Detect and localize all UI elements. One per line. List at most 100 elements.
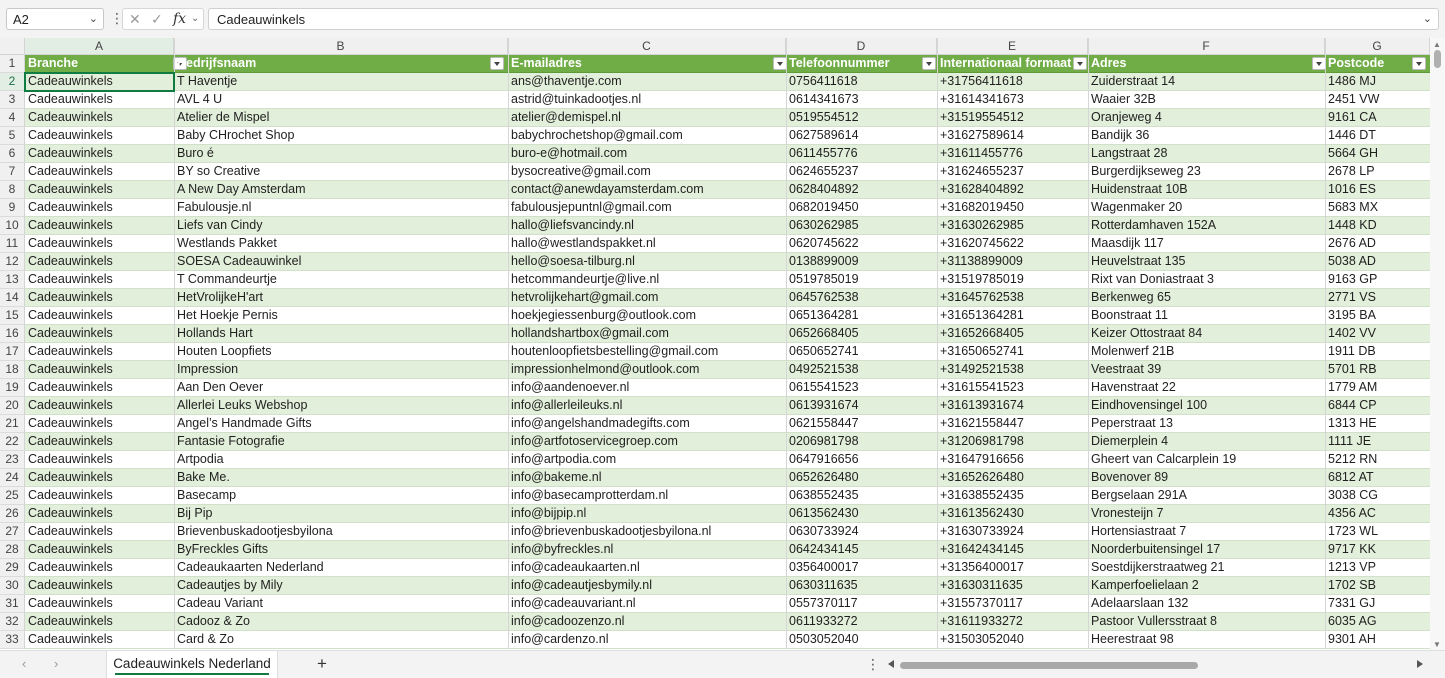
cell-email[interactable]: hallo@westlandspakket.nl: [508, 235, 786, 253]
cell-adres[interactable]: Heerestraat 98: [1088, 631, 1325, 649]
cell-bedrijfsnaam[interactable]: Liefs van Cindy: [174, 217, 508, 235]
cell-branche[interactable]: Cadeauwinkels: [25, 109, 174, 127]
cell-email[interactable]: astrid@tuinkadootjes.nl: [508, 91, 786, 109]
cell-branche[interactable]: Cadeauwinkels: [25, 217, 174, 235]
cell-bedrijfsnaam[interactable]: HetVrolijkeH'art: [174, 289, 508, 307]
cell-email[interactable]: info@cardenzo.nl: [508, 631, 786, 649]
insert-function-icon[interactable]: fx: [173, 11, 186, 27]
cell-postcode[interactable]: 1402 VV: [1325, 325, 1430, 343]
row-number[interactable]: 27: [0, 523, 25, 541]
cell-telefoon[interactable]: 0645762538: [786, 289, 937, 307]
cell-adres[interactable]: Peperstraat 13: [1088, 415, 1325, 433]
cell-adres[interactable]: Eindhovensingel 100: [1088, 397, 1325, 415]
cell-email[interactable]: babychrochetshop@gmail.com: [508, 127, 786, 145]
cell-internationaal[interactable]: +31621558447: [937, 415, 1088, 433]
cell-internationaal[interactable]: +31620745622: [937, 235, 1088, 253]
row-number[interactable]: 11: [0, 235, 25, 253]
cell-internationaal[interactable]: +31138899009: [937, 253, 1088, 271]
cell-branche[interactable]: Cadeauwinkels: [25, 415, 174, 433]
cell-email[interactable]: impressionhelmond@outlook.com: [508, 361, 786, 379]
filter-dropdown-icon[interactable]: [490, 57, 504, 70]
cell-email[interactable]: info@bijpip.nl: [508, 505, 786, 523]
row-number[interactable]: 2: [0, 73, 25, 91]
cell-telefoon[interactable]: 0630733924: [786, 523, 937, 541]
cell-internationaal[interactable]: +31647916656: [937, 451, 1088, 469]
cell-postcode[interactable]: 3038 CG: [1325, 487, 1430, 505]
cell-bedrijfsnaam[interactable]: Aan Den Oever: [174, 379, 508, 397]
cell-email[interactable]: ans@thaventje.com: [508, 73, 786, 91]
cell-email[interactable]: info@angelshandmadegifts.com: [508, 415, 786, 433]
cell-adres[interactable]: Pastoor Vullersstraat 8: [1088, 613, 1325, 631]
cell-email[interactable]: contact@anewdayamsterdam.com: [508, 181, 786, 199]
cell-bedrijfsnaam[interactable]: SOESA Cadeauwinkel: [174, 253, 508, 271]
cell-bedrijfsnaam[interactable]: Allerlei Leuks Webshop: [174, 397, 508, 415]
cell-branche[interactable]: Cadeauwinkels: [25, 199, 174, 217]
cell-postcode[interactable]: 6812 AT: [1325, 469, 1430, 487]
cell-bedrijfsnaam[interactable]: Angel’s Handmade Gifts: [174, 415, 508, 433]
cell-internationaal[interactable]: +31630311635: [937, 577, 1088, 595]
add-sheet-button[interactable]: +: [317, 654, 327, 674]
cell-bedrijfsnaam[interactable]: A New Day Amsterdam: [174, 181, 508, 199]
row-number[interactable]: 24: [0, 469, 25, 487]
cell-branche[interactable]: Cadeauwinkels: [25, 289, 174, 307]
cell-telefoon[interactable]: 0503052040: [786, 631, 937, 649]
cell-postcode[interactable]: 9717 KK: [1325, 541, 1430, 559]
cell-bedrijfsnaam[interactable]: Hollands Hart: [174, 325, 508, 343]
cell-email[interactable]: hallo@liefsvancindy.nl: [508, 217, 786, 235]
cell-postcode[interactable]: 1313 HE: [1325, 415, 1430, 433]
cell-email[interactable]: info@basecamprotterdam.nl: [508, 487, 786, 505]
row-number[interactable]: 8: [0, 181, 25, 199]
cell-bedrijfsnaam[interactable]: Westlands Pakket: [174, 235, 508, 253]
cell-branche[interactable]: Cadeauwinkels: [25, 487, 174, 505]
cell-internationaal[interactable]: +31630733924: [937, 523, 1088, 541]
cell-postcode[interactable]: 1486 MJ: [1325, 73, 1430, 91]
cell-postcode[interactable]: 5038 AD: [1325, 253, 1430, 271]
cell-adres[interactable]: Rotterdamhaven 152A: [1088, 217, 1325, 235]
cell-bedrijfsnaam[interactable]: Bake Me.: [174, 469, 508, 487]
cell-adres[interactable]: Noorderbuitensingel 17: [1088, 541, 1325, 559]
cell-telefoon[interactable]: 0519785019: [786, 271, 937, 289]
column-header-d[interactable]: D: [786, 38, 937, 55]
cell-adres[interactable]: Rixt van Doniastraat 3: [1088, 271, 1325, 289]
cell-bedrijfsnaam[interactable]: Baby CHrochet Shop: [174, 127, 508, 145]
cell-branche[interactable]: Cadeauwinkels: [25, 325, 174, 343]
cell-adres[interactable]: Veestraat 39: [1088, 361, 1325, 379]
scroll-down-icon[interactable]: ▼: [1433, 640, 1441, 649]
cell-branche[interactable]: Cadeauwinkels: [25, 307, 174, 325]
cell-branche[interactable]: Cadeauwinkels: [25, 505, 174, 523]
header-cell-branche[interactable]: Branche: [25, 55, 174, 73]
cell-adres[interactable]: Maasdijk 117: [1088, 235, 1325, 253]
cell-postcode[interactable]: 6035 AG: [1325, 613, 1430, 631]
cell-adres[interactable]: Diemerplein 4: [1088, 433, 1325, 451]
row-number[interactable]: 22: [0, 433, 25, 451]
cell-telefoon[interactable]: 0614341673: [786, 91, 937, 109]
cell-telefoon[interactable]: 0642434145: [786, 541, 937, 559]
cell-email[interactable]: info@byfreckles.nl: [508, 541, 786, 559]
cell-adres[interactable]: Keizer Ottostraat 84: [1088, 325, 1325, 343]
cell-bedrijfsnaam[interactable]: Fabulousje.nl: [174, 199, 508, 217]
cell-branche[interactable]: Cadeauwinkels: [25, 181, 174, 199]
cell-bedrijfsnaam[interactable]: BY so Creative: [174, 163, 508, 181]
cell-telefoon[interactable]: 0651364281: [786, 307, 937, 325]
cell-bedrijfsnaam[interactable]: Impression: [174, 361, 508, 379]
row-number[interactable]: 20: [0, 397, 25, 415]
cell-email[interactable]: info@cadeauvariant.nl: [508, 595, 786, 613]
row-number[interactable]: 4: [0, 109, 25, 127]
cell-adres[interactable]: Zuiderstraat 14: [1088, 73, 1325, 91]
cell-telefoon[interactable]: 0647916656: [786, 451, 937, 469]
cell-postcode[interactable]: 5701 RB: [1325, 361, 1430, 379]
cell-email[interactable]: info@bakeme.nl: [508, 469, 786, 487]
cell-branche[interactable]: Cadeauwinkels: [25, 613, 174, 631]
cell-adres[interactable]: Langstraat 28: [1088, 145, 1325, 163]
cell-adres[interactable]: Havenstraat 22: [1088, 379, 1325, 397]
cell-branche[interactable]: Cadeauwinkels: [25, 343, 174, 361]
row-number[interactable]: 33: [0, 631, 25, 649]
cell-branche[interactable]: Cadeauwinkels: [25, 235, 174, 253]
cell-email[interactable]: hollandshartbox@gmail.com: [508, 325, 786, 343]
cell-adres[interactable]: Heuvelstraat 135: [1088, 253, 1325, 271]
cell-email[interactable]: info@allerleileuks.nl: [508, 397, 786, 415]
cell-branche[interactable]: Cadeauwinkels: [25, 631, 174, 649]
row-number[interactable]: 18: [0, 361, 25, 379]
cell-postcode[interactable]: 2678 LP: [1325, 163, 1430, 181]
row-number[interactable]: 25: [0, 487, 25, 505]
